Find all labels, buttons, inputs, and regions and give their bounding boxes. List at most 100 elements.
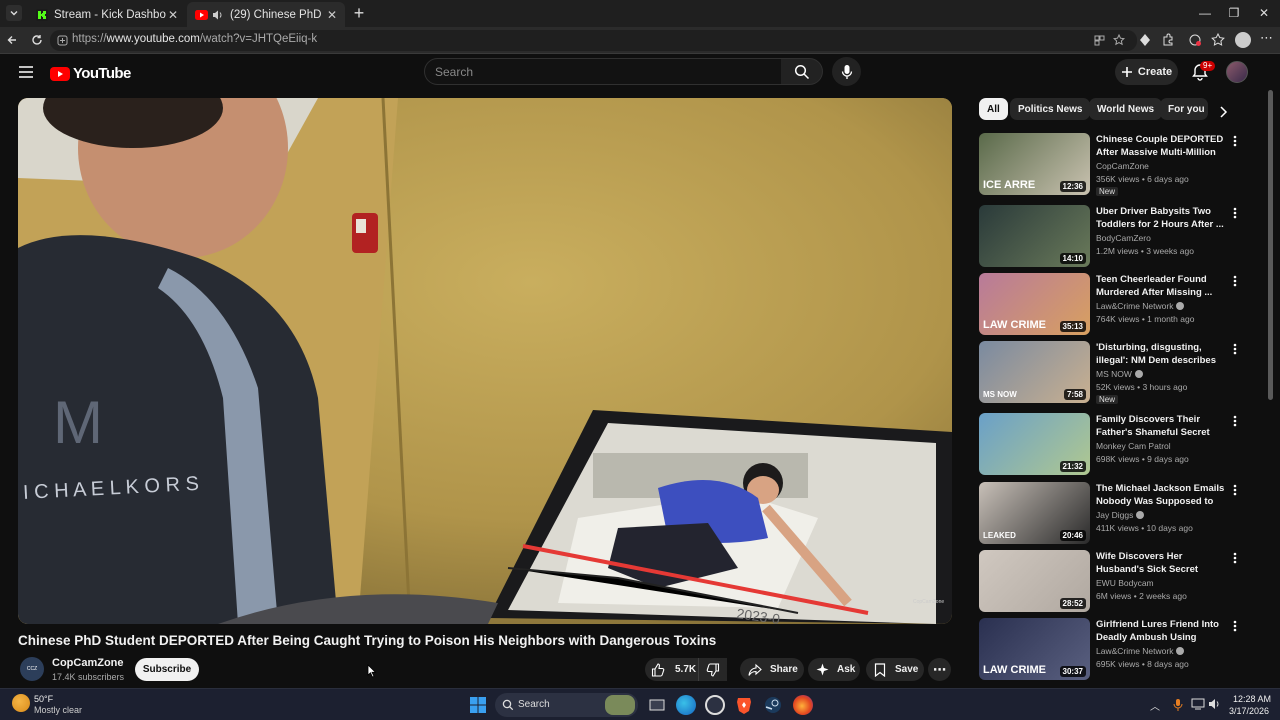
app-available-icon[interactable]: [1094, 35, 1105, 46]
channel-name[interactable]: Law&Crime Network: [1096, 646, 1185, 656]
ask-button[interactable]: Ask: [808, 658, 860, 681]
taskbar-date[interactable]: 3/17/2026: [1229, 706, 1269, 716]
close-window-icon[interactable]: ✕: [1249, 4, 1279, 22]
create-button[interactable]: Create: [1115, 59, 1178, 85]
firefox-icon[interactable]: [793, 695, 813, 715]
sidebar-scrollbar[interactable]: [1268, 90, 1274, 680]
restore-icon[interactable]: ❐: [1219, 4, 1249, 22]
recommended-video[interactable]: LEAKED 20:46 The Michael Jackson Emails No…: [979, 482, 1249, 546]
more-vertical-icon[interactable]: [1231, 415, 1239, 427]
video-thumbnail[interactable]: LEAKED 20:46: [979, 482, 1090, 544]
chevron-right-icon[interactable]: [1215, 104, 1231, 120]
subscribe-button[interactable]: Subscribe: [135, 658, 199, 681]
video-thumbnail[interactable]: LAW CRIME 35:13: [979, 273, 1090, 335]
video-thumbnail[interactable]: 21:32: [979, 413, 1090, 475]
video-title[interactable]: Uber Driver Babysits Two Toddlers for 2 …: [1096, 205, 1226, 231]
video-title[interactable]: Teen Cheerleader Found Murdered After Mi…: [1096, 273, 1226, 299]
reload-icon[interactable]: [29, 32, 45, 48]
tab-list-chevron-icon[interactable]: [6, 5, 22, 21]
share-button[interactable]: Share: [740, 658, 804, 681]
network-icon[interactable]: [1191, 698, 1205, 710]
channel-name[interactable]: Jay Diggs: [1096, 510, 1145, 520]
scrollbar-thumb[interactable]: [1268, 90, 1273, 400]
channel-name[interactable]: Law&Crime Network: [1096, 301, 1185, 311]
close-tab-icon[interactable]: ✕: [166, 8, 180, 22]
hamburger-menu-icon[interactable]: [18, 65, 34, 79]
back-arrow-icon[interactable]: [5, 32, 21, 48]
account-avatar[interactable]: [1226, 61, 1248, 83]
show-hidden-icons-chevron-icon[interactable]: ︿: [1150, 698, 1160, 713]
address-bar[interactable]: https://www.youtube.com/watch?v=JHTQeEii…: [50, 30, 1137, 51]
extensions-puzzle-icon[interactable]: [1160, 32, 1176, 48]
minimize-icon[interactable]: —: [1190, 4, 1220, 22]
video-thumbnail[interactable]: LAW CRIME 30:37: [979, 618, 1090, 680]
more-vertical-icon[interactable]: [1231, 620, 1239, 632]
edge-browser-icon[interactable]: [676, 695, 696, 715]
video-player[interactable]: M I C H A E L K O R S 2023-0 CopCamZone: [18, 98, 952, 624]
brave-browser-icon[interactable]: [734, 695, 754, 715]
channel-name[interactable]: MS NOW: [1096, 369, 1143, 379]
taskbar-time[interactable]: 12:28 AM: [1233, 694, 1271, 704]
recommended-video[interactable]: 28:52 Wife Discovers Her Husband's Sick S…: [979, 550, 1249, 614]
more-vertical-icon[interactable]: [1231, 135, 1239, 147]
more-vertical-icon[interactable]: [1231, 343, 1239, 355]
channel-name[interactable]: EWU Bodycam: [1096, 578, 1154, 588]
video-thumbnail[interactable]: ICE ARRE 12:36: [979, 133, 1090, 195]
video-thumbnail[interactable]: 14:10: [979, 205, 1090, 267]
weather-icon[interactable]: [12, 694, 30, 712]
favorites-icon[interactable]: [1210, 32, 1226, 48]
video-title[interactable]: Wife Discovers Her Husband's Sick Secret: [1096, 550, 1226, 576]
more-vertical-icon[interactable]: [1231, 275, 1239, 287]
video-title[interactable]: Chinese Couple DEPORTED After Massive Mu…: [1096, 133, 1226, 160]
chip-all[interactable]: All: [979, 98, 1008, 120]
channel-name[interactable]: CopCamZone: [1096, 161, 1149, 171]
youtube-logo[interactable]: YouTube: [50, 65, 131, 82]
voice-search-button[interactable]: [832, 57, 861, 86]
video-title[interactable]: The Michael Jackson Emails Nobody Was Su…: [1096, 482, 1226, 509]
browser-essentials-icon[interactable]: [1187, 32, 1203, 48]
recommended-video[interactable]: MS NOW 7:58 'Disturbing, disgusting, illeg…: [979, 341, 1249, 405]
windows-start-icon[interactable]: [468, 695, 488, 715]
channel-avatar[interactable]: CCZ: [20, 657, 44, 681]
recommended-video[interactable]: 21:32 Family Discovers Their Father's Sha…: [979, 413, 1249, 477]
channel-name[interactable]: CopCamZone: [52, 657, 124, 669]
audio-playing-icon[interactable]: [212, 9, 224, 21]
recommended-video[interactable]: LAW CRIME 35:13 Teen Cheerleader Found Mur…: [979, 273, 1249, 337]
recommended-video[interactable]: LAW CRIME 30:37 Girlfriend Lures Friend In…: [979, 618, 1249, 682]
search-button[interactable]: [781, 58, 823, 85]
video-title[interactable]: 'Disturbing, disgusting, illegal': NM De…: [1096, 341, 1226, 368]
taskbar-search[interactable]: Search: [495, 693, 638, 717]
app-icon[interactable]: [705, 695, 725, 715]
weather-condition[interactable]: Mostly clear: [34, 705, 82, 715]
new-tab-button[interactable]: +: [350, 4, 368, 23]
more-vertical-icon[interactable]: [1231, 552, 1239, 564]
recommended-video[interactable]: 14:10 Uber Driver Babysits Two Toddlers f…: [979, 205, 1249, 269]
more-actions-button[interactable]: ⋯: [928, 658, 951, 681]
more-vertical-icon[interactable]: [1231, 484, 1239, 496]
video-thumbnail[interactable]: 28:52: [979, 550, 1090, 612]
more-vertical-icon[interactable]: [1231, 207, 1239, 219]
video-title[interactable]: Girlfriend Lures Friend Into Deadly Ambu…: [1096, 618, 1226, 645]
channel-name[interactable]: Monkey Cam Patrol: [1096, 441, 1171, 451]
extension-diamond-icon[interactable]: [1137, 32, 1153, 48]
weather-temp[interactable]: 50°F: [34, 694, 53, 704]
site-info-icon[interactable]: [57, 35, 68, 46]
channel-name[interactable]: BodyCamZero: [1096, 233, 1151, 243]
search-input[interactable]: Search: [424, 58, 782, 85]
chip-politics-news[interactable]: Politics News: [1010, 98, 1091, 120]
more-menu-icon[interactable]: ⋯: [1260, 30, 1273, 46]
tab-youtube-video[interactable]: (29) Chinese PhD Student DEF ✕: [187, 2, 345, 27]
video-title[interactable]: Family Discovers Their Father's Shameful…: [1096, 413, 1226, 439]
microphone-in-use-icon[interactable]: [1172, 698, 1184, 712]
favorite-star-icon[interactable]: [1113, 34, 1125, 46]
close-tab-icon[interactable]: ✕: [325, 8, 339, 22]
save-button[interactable]: Save: [866, 658, 924, 681]
recommended-video[interactable]: ICE ARRE 12:36 Chinese Couple DEPORTED Aft…: [979, 133, 1249, 197]
chip-for-you[interactable]: For you: [1160, 98, 1208, 120]
dislike-button[interactable]: [698, 658, 727, 681]
tab-kick-dashboard[interactable]: Stream - Kick Dashboard ✕: [28, 2, 186, 27]
task-view-icon[interactable]: [647, 695, 667, 715]
volume-icon[interactable]: [1208, 698, 1222, 710]
video-thumbnail[interactable]: MS NOW 7:58: [979, 341, 1090, 403]
chip-world-news[interactable]: World News: [1089, 98, 1163, 120]
